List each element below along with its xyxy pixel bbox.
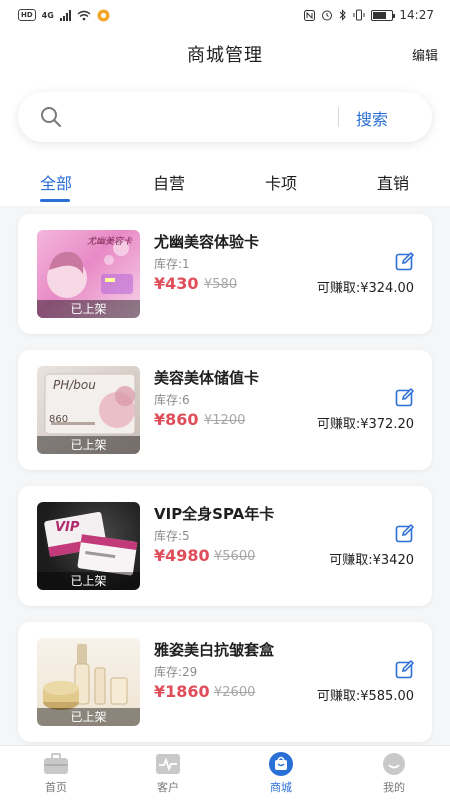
status-bar: HD 4G 14:27 — [0, 0, 450, 30]
listing-status: 已上架 — [37, 708, 140, 726]
earnings: 可赚取:¥372.20 — [316, 417, 414, 432]
tab-direct-sales[interactable]: 直销 — [377, 170, 409, 194]
home-briefcase-icon — [44, 753, 68, 774]
nav-home[interactable]: 首页 — [16, 752, 96, 795]
profile-face-icon — [383, 753, 405, 775]
active-tab-indicator — [40, 199, 70, 202]
earnings: 可赚取:¥3420 — [329, 553, 414, 568]
product-stock: 库存:6 — [154, 393, 190, 407]
nav-profile[interactable]: 我的 — [354, 752, 434, 795]
search-bar: 搜索 — [18, 92, 432, 142]
search-button[interactable]: 搜索 — [356, 106, 388, 130]
tab-all[interactable]: 全部 — [40, 170, 72, 194]
app-notification-icon — [97, 9, 110, 21]
nfc-icon — [304, 9, 316, 21]
edit-icon[interactable] — [395, 251, 415, 271]
original-price: ¥5600 — [214, 549, 256, 564]
product-thumbnail: VIP 已上架 — [37, 502, 140, 590]
listing-status: 已上架 — [37, 572, 140, 590]
tab-cards[interactable]: 卡项 — [265, 170, 297, 194]
search-input[interactable] — [76, 104, 336, 130]
product-title: 尤幽美容体验卡 — [154, 233, 260, 251]
original-price: ¥580 — [204, 277, 238, 292]
search-divider — [338, 107, 339, 127]
product-price: ¥430 — [154, 274, 199, 293]
listing-status: 已上架 — [37, 300, 140, 318]
nav-label: 首页 — [45, 781, 67, 794]
vibrate-icon — [353, 9, 365, 21]
header: 商城管理 编辑 — [0, 30, 450, 78]
product-card[interactable]: 已上架 雅姿美白抗皱套盒 库存:29 ¥1860 ¥2600 可赚取:¥585.… — [18, 622, 432, 742]
signal-icon — [59, 9, 71, 21]
page-title: 商城管理 — [187, 45, 263, 66]
product-stock: 库存:29 — [154, 665, 198, 679]
product-title: 雅姿美白抗皱套盒 — [154, 641, 275, 659]
edit-icon[interactable] — [395, 387, 415, 407]
hd-badge: HD — [18, 9, 36, 21]
product-card[interactable]: 尤幽美容卡 已上架 尤幽美容体验卡 库存:1 ¥430 ¥580 可赚取:¥32… — [18, 214, 432, 334]
nav-label: 商城 — [270, 781, 292, 794]
listing-status: 已上架 — [37, 436, 140, 454]
product-thumbnail: 已上架 — [37, 638, 140, 726]
battery-icon — [371, 9, 396, 21]
shop-bag-icon — [269, 752, 293, 776]
bluetooth-icon — [340, 9, 347, 21]
product-price: ¥1860 — [154, 682, 210, 701]
original-price: ¥2600 — [214, 685, 256, 700]
product-thumbnail: PH/bou 860 已上架 — [37, 366, 140, 454]
thumbnail-brand: PH/bou — [53, 378, 96, 392]
earnings: 可赚取:¥585.00 — [316, 689, 414, 704]
nav-shop[interactable]: 商城 — [241, 752, 321, 795]
status-bar-left: HD 4G — [18, 9, 110, 22]
product-stock: 库存:5 — [154, 529, 190, 543]
thumbnail-vip-label: VIP — [55, 520, 80, 535]
edit-button[interactable]: 编辑 — [412, 45, 438, 64]
alarm-icon — [322, 10, 333, 21]
network-badge: 4G — [41, 10, 54, 20]
product-card[interactable]: PH/bou 860 已上架 美容美体储值卡 库存:6 ¥860 ¥1200 可… — [18, 350, 432, 470]
thumbnail-caption: 尤幽美容卡 — [87, 237, 133, 247]
status-bar-right: 14:27 — [304, 8, 434, 22]
earnings: 可赚取:¥324.00 — [316, 281, 414, 296]
tab-self-operated[interactable]: 自营 — [153, 170, 185, 194]
product-thumbnail: 尤幽美容卡 已上架 — [37, 230, 140, 318]
customer-pulse-icon — [156, 754, 180, 774]
product-price: ¥4980 — [154, 546, 210, 565]
bottom-nav: 首页 客户 商城 我的 — [0, 745, 450, 800]
search-icon — [41, 107, 61, 127]
product-price: ¥860 — [154, 410, 199, 429]
nav-customers[interactable]: 客户 — [128, 752, 208, 795]
nav-label: 客户 — [157, 781, 179, 794]
thumbnail-card-number: 860 — [49, 414, 69, 425]
status-time: 14:27 — [399, 8, 434, 22]
nav-label: 我的 — [383, 781, 405, 794]
product-title: 美容美体储值卡 — [154, 369, 260, 387]
wifi-icon — [77, 10, 91, 20]
product-card[interactable]: VIP 已上架 VIP全身SPA年卡 库存:5 ¥4980 ¥5600 可赚取:… — [18, 486, 432, 606]
product-stock: 库存:1 — [154, 257, 190, 271]
category-tabs: 全部 自营 卡项 直销 — [0, 166, 450, 202]
original-price: ¥1200 — [204, 413, 246, 428]
edit-icon[interactable] — [395, 523, 415, 543]
product-title: VIP全身SPA年卡 — [154, 505, 275, 523]
edit-icon[interactable] — [395, 659, 415, 679]
